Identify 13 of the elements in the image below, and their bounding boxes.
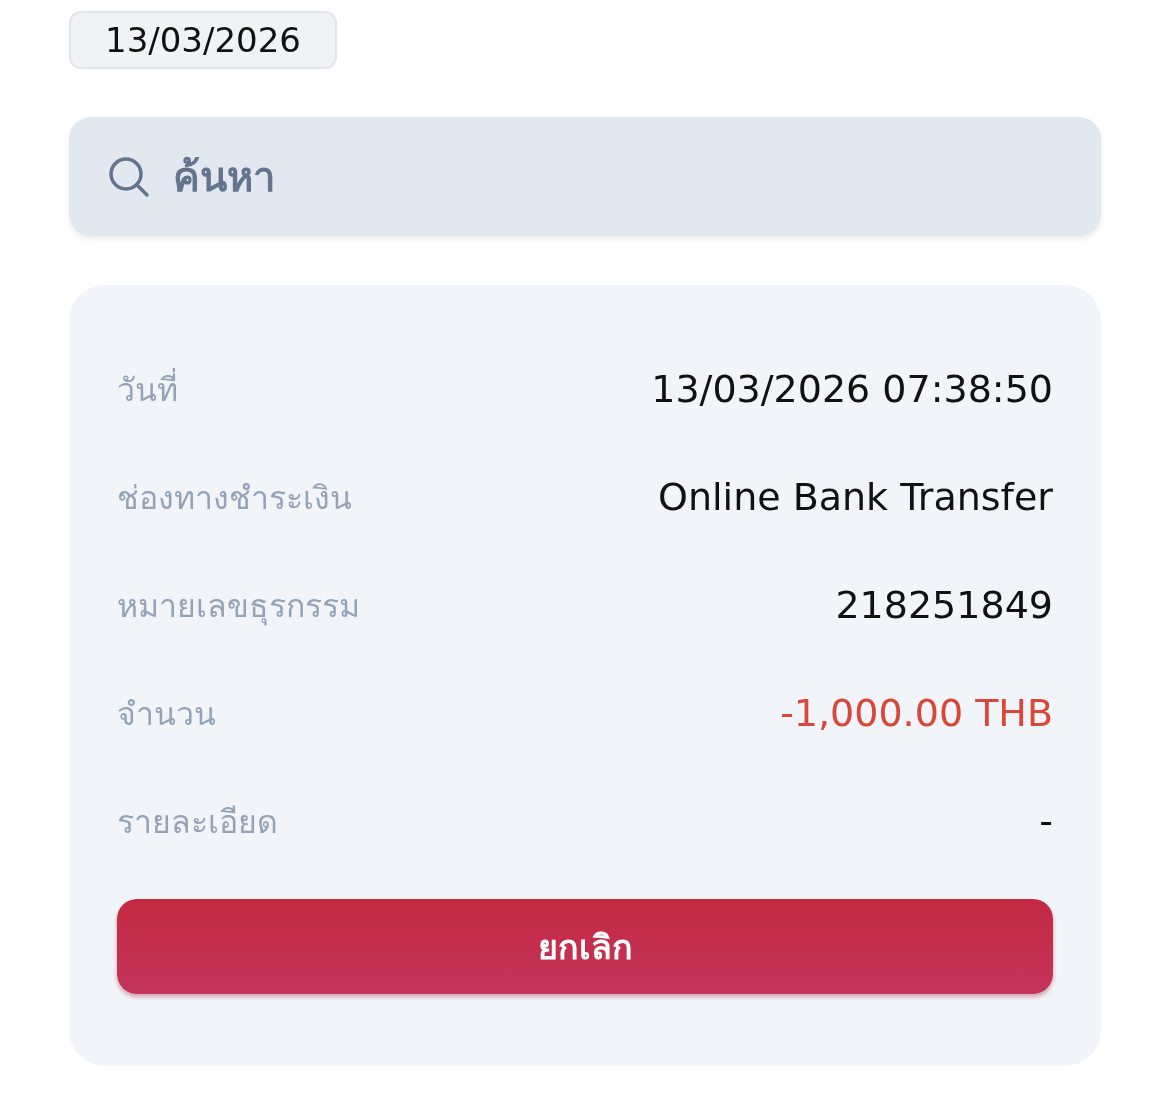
detail-label: วันที่ xyxy=(117,367,178,411)
detail-label: หมายเลขธุรกรรม xyxy=(117,585,360,628)
detail-label: ช่องทางชำระเงิน xyxy=(117,477,352,519)
detail-value: Online Bank Transfer xyxy=(658,475,1053,519)
detail-value: 218251849 xyxy=(835,583,1053,627)
detail-value: -1,000.00 THB xyxy=(780,691,1053,735)
detail-label: รายละเอียด xyxy=(117,801,278,843)
detail-value: 13/03/2026 07:38:50 xyxy=(651,367,1053,411)
date-chip[interactable]: 13/03/2026 xyxy=(69,11,337,69)
detail-value: - xyxy=(1039,799,1053,843)
cancel-button[interactable]: ยกเลิก xyxy=(117,899,1053,994)
search-field[interactable]: ค้นหา xyxy=(69,117,1101,236)
detail-label: จำนวน xyxy=(117,693,216,735)
